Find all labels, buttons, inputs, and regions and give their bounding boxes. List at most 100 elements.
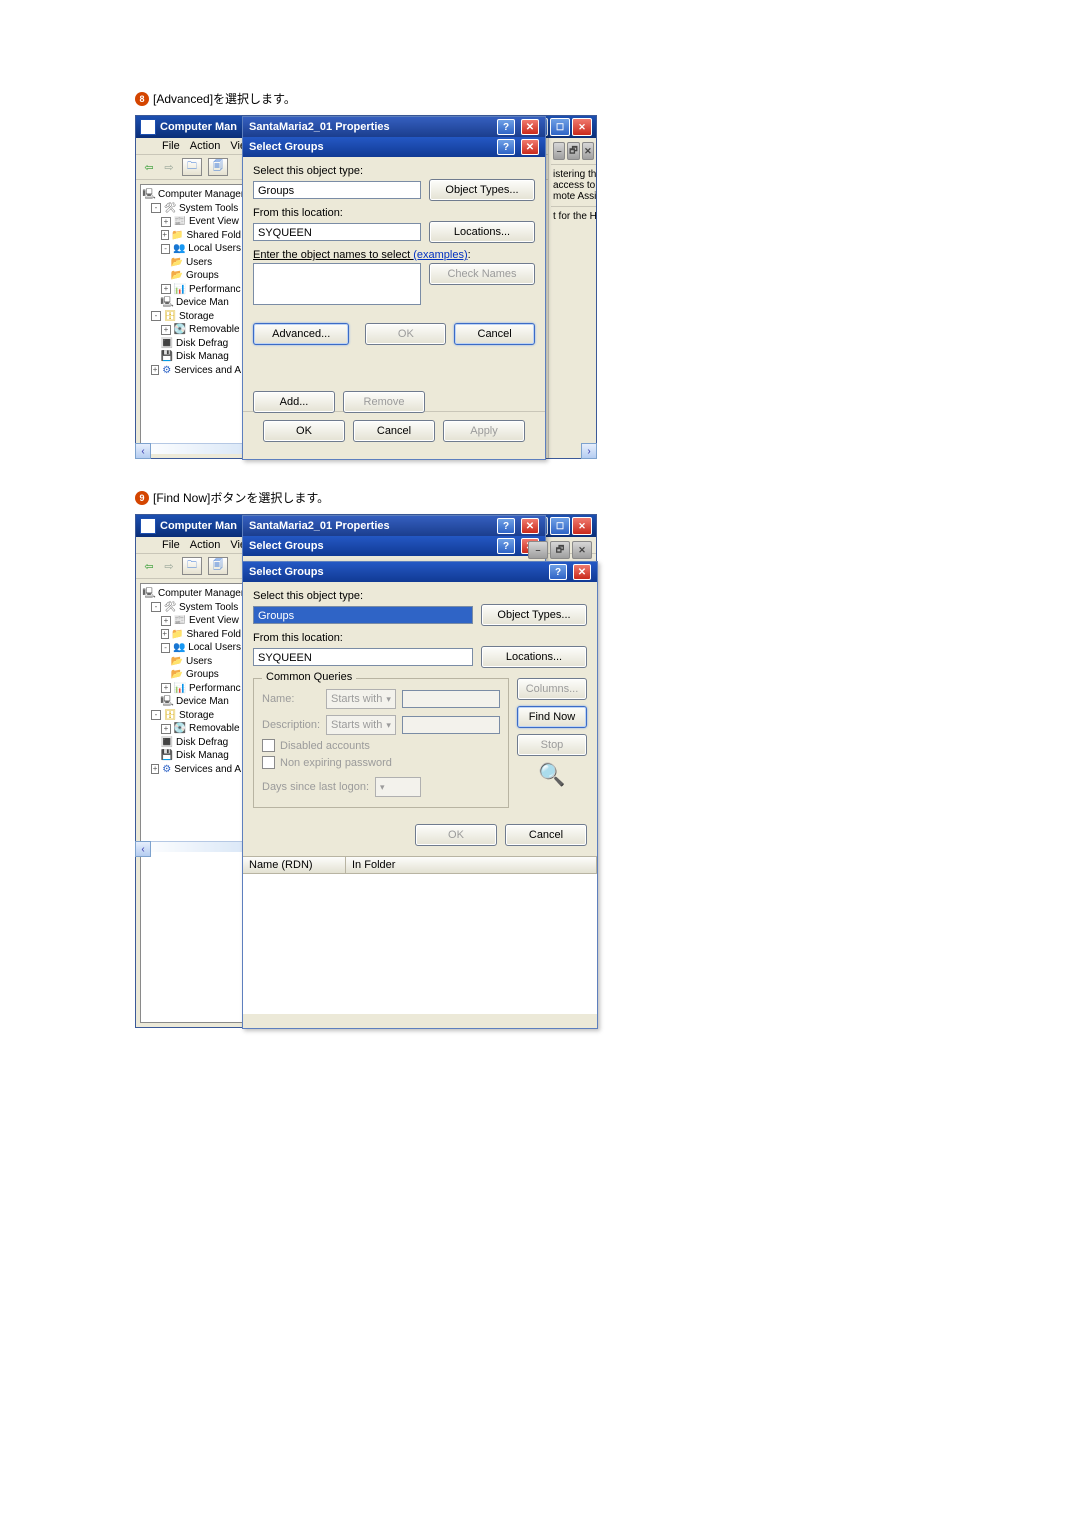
- expand-icon[interactable]: +: [161, 284, 171, 294]
- col-name[interactable]: Name (RDN): [243, 857, 346, 873]
- menu-action[interactable]: Action: [190, 140, 221, 152]
- cancel-button[interactable]: Cancel: [353, 420, 435, 442]
- desc-query-input[interactable]: [402, 716, 500, 734]
- collapse-icon[interactable]: -: [151, 311, 161, 321]
- menu-action[interactable]: Action: [190, 539, 221, 551]
- object-names-textarea[interactable]: [253, 263, 421, 305]
- object-type-label: Select this object type:: [253, 165, 535, 177]
- step-9-badge: 9: [135, 491, 149, 505]
- select-groups-title: Select Groups: [249, 540, 491, 552]
- days-select[interactable]: [375, 777, 421, 797]
- examples-link[interactable]: (examples): [413, 249, 467, 261]
- locations-button[interactable]: Locations...: [481, 646, 587, 668]
- advanced-button[interactable]: Advanced...: [253, 323, 349, 345]
- check-names-button[interactable]: Check Names: [429, 263, 535, 285]
- apply-button[interactable]: Apply: [443, 420, 525, 442]
- performance-icon: 📊: [174, 283, 186, 295]
- cancel-button[interactable]: Cancel: [454, 323, 535, 345]
- scroll-left-handle[interactable]: ‹: [135, 443, 151, 459]
- find-now-button[interactable]: Find Now: [517, 706, 587, 728]
- device-mgr-icon: 🖳: [161, 696, 173, 708]
- disabled-accounts-checkbox[interactable]: Disabled accounts: [262, 739, 500, 752]
- close-button[interactable]: ✕: [572, 118, 592, 136]
- up-icon[interactable]: 🗀: [182, 158, 202, 176]
- non-expiring-checkbox[interactable]: Non expiring password: [262, 756, 500, 769]
- object-type-field: Groups: [253, 606, 473, 624]
- inner-restore-button[interactable]: 🗗: [567, 142, 579, 160]
- collapse-icon[interactable]: -: [151, 203, 161, 213]
- menu-file[interactable]: File: [162, 539, 180, 551]
- services-icon: ⚙: [162, 763, 171, 775]
- refresh-icon[interactable]: 🗐: [208, 557, 228, 575]
- stop-button[interactable]: Stop: [517, 734, 587, 756]
- add-button[interactable]: Add...: [253, 391, 335, 413]
- expand-icon[interactable]: +: [161, 683, 171, 693]
- expand-icon[interactable]: +: [161, 629, 169, 639]
- collapse-icon[interactable]: -: [161, 643, 170, 653]
- cancel-button[interactable]: Cancel: [505, 824, 587, 846]
- maximize-button[interactable]: ☐: [550, 118, 570, 136]
- mmc-tree[interactable]: 🖳Computer Managem -🛠System Tools +📰Event…: [140, 184, 244, 454]
- expand-icon[interactable]: +: [151, 365, 159, 375]
- expand-icon[interactable]: +: [161, 724, 171, 734]
- locations-button[interactable]: Locations...: [429, 221, 535, 243]
- storage-icon: 🗄: [164, 709, 176, 721]
- inner-minimize-button[interactable]: –: [553, 142, 565, 160]
- name-query-label: Name:: [262, 693, 320, 705]
- close-button[interactable]: ✕: [521, 119, 539, 135]
- maximize-button[interactable]: ☐: [550, 517, 570, 535]
- collapse-icon[interactable]: -: [161, 244, 170, 254]
- forward-icon[interactable]: ⇨: [162, 560, 176, 573]
- up-icon[interactable]: 🗀: [182, 557, 202, 575]
- select-groups-title: Select Groups: [249, 141, 491, 153]
- forward-icon[interactable]: ⇨: [162, 161, 176, 174]
- object-names-label: Enter the object names to select (exampl…: [253, 249, 535, 261]
- mmc-tree[interactable]: 🖳Computer Managem -🛠System Tools +📰Event…: [140, 583, 244, 1023]
- mmc-icon: [140, 518, 156, 534]
- menu-file[interactable]: File: [162, 140, 180, 152]
- search-icon: 🔍: [538, 762, 565, 788]
- scroll-left-handle[interactable]: ‹: [135, 841, 151, 857]
- close-button[interactable]: ✕: [573, 564, 591, 580]
- expand-icon[interactable]: +: [151, 764, 159, 774]
- close-button[interactable]: ✕: [521, 518, 539, 534]
- results-body[interactable]: [243, 874, 597, 1014]
- close-button[interactable]: ✕: [572, 517, 592, 535]
- back-icon[interactable]: ⇦: [142, 560, 156, 573]
- refresh-icon[interactable]: 🗐: [208, 158, 228, 176]
- ok-button[interactable]: OK: [365, 323, 446, 345]
- col-folder[interactable]: In Folder: [346, 857, 597, 873]
- help-button[interactable]: ?: [497, 119, 515, 135]
- ok-button[interactable]: OK: [415, 824, 497, 846]
- mmc-menu-icon: [140, 539, 152, 551]
- name-match-select[interactable]: Starts with: [326, 689, 396, 709]
- back-icon[interactable]: ⇦: [142, 161, 156, 174]
- desc-match-select[interactable]: Starts with: [326, 715, 396, 735]
- groups-folder-icon: 📂: [171, 669, 183, 681]
- step-8-title: 8 [Advanced]を選択します。: [135, 90, 945, 107]
- help-button[interactable]: ?: [497, 538, 515, 554]
- ok-button[interactable]: OK: [263, 420, 345, 442]
- collapse-icon[interactable]: -: [151, 602, 161, 612]
- inner-close-button[interactable]: ✕: [582, 142, 594, 160]
- inner-close-button[interactable]: ✕: [572, 541, 592, 559]
- close-button[interactable]: ✕: [521, 139, 539, 155]
- expand-icon[interactable]: +: [161, 217, 171, 227]
- computer-icon: 🖳: [143, 189, 155, 201]
- help-button[interactable]: ?: [549, 564, 567, 580]
- expand-icon[interactable]: +: [161, 325, 171, 335]
- scroll-right-handle[interactable]: ›: [581, 443, 597, 459]
- help-button[interactable]: ?: [497, 139, 515, 155]
- object-types-button[interactable]: Object Types...: [429, 179, 535, 201]
- collapse-icon[interactable]: -: [151, 710, 161, 720]
- inner-minimize-button[interactable]: –: [528, 541, 548, 559]
- diskmgmt-icon: 💾: [161, 351, 173, 363]
- columns-button[interactable]: Columns...: [517, 678, 587, 700]
- help-button[interactable]: ?: [497, 518, 515, 534]
- object-types-button[interactable]: Object Types...: [481, 604, 587, 626]
- expand-icon[interactable]: +: [161, 230, 169, 240]
- inner-restore-button[interactable]: 🗗: [550, 541, 570, 559]
- name-query-input[interactable]: [402, 690, 500, 708]
- remove-button[interactable]: Remove: [343, 391, 425, 413]
- expand-icon[interactable]: +: [161, 616, 171, 626]
